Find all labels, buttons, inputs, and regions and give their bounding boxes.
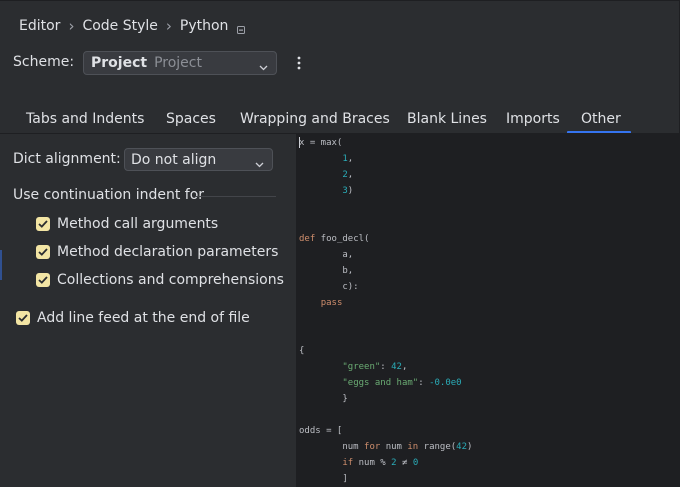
tab-spaces[interactable]: Spaces	[166, 111, 216, 127]
code-line: 1,	[299, 151, 353, 167]
code-token: :	[418, 378, 430, 388]
dict-alignment-label: Dict alignment:	[13, 151, 121, 167]
tab-blank-lines[interactable]: Blank Lines	[407, 111, 487, 127]
code-token: ,	[347, 154, 354, 164]
breadcrumb-item-code-style[interactable]: Code Style	[82, 18, 157, 34]
scheme-sublabel: Project	[154, 55, 202, 71]
scheme-dropdown[interactable]: Project Project	[83, 51, 277, 75]
settings-scope-icon	[237, 22, 246, 34]
code-line: }	[299, 391, 348, 407]
code-token: num	[299, 442, 365, 452]
checkbox[interactable]	[36, 273, 50, 287]
code-token: range(	[418, 442, 457, 452]
code-token: pass	[320, 298, 343, 308]
breadcrumb-item-editor[interactable]: Editor	[19, 18, 60, 34]
dict-alignment-value: Do not align	[131, 151, 217, 168]
code-token: if	[342, 458, 354, 468]
code-token: ,	[347, 170, 354, 180]
code-token: x = max(	[299, 138, 343, 148]
code-token: in	[407, 442, 419, 452]
continuation-indent-group-title: Use continuation indent for	[13, 187, 205, 203]
code-token: 42	[391, 362, 402, 372]
code-token: 0	[412, 458, 419, 468]
breadcrumb-item-python[interactable]: Python	[180, 18, 229, 34]
line-feed-at-end-option[interactable]: Add line feed at the end of file	[16, 310, 250, 326]
breadcrumb-separator: ›	[68, 17, 75, 35]
code-token: )	[467, 442, 473, 452]
method-declaration-parameters-option[interactable]: Method declaration parameters	[36, 244, 278, 260]
code-line: a,	[299, 247, 353, 263]
code-line: odds = [	[299, 423, 342, 439]
code-line: b,	[299, 263, 353, 279]
code-token: c):	[299, 282, 359, 292]
code-token: def	[299, 234, 316, 244]
code-line: num for num in range(42)	[299, 439, 472, 455]
code-token: }	[299, 394, 348, 404]
code-token: num	[380, 442, 408, 452]
code-token: num %	[353, 458, 392, 468]
code-token: :	[380, 362, 392, 372]
checkbox-label: Collections and comprehensions	[57, 272, 284, 288]
code-token: ]	[299, 474, 348, 484]
code-line: c):	[299, 279, 359, 295]
code-line: {	[299, 343, 304, 359]
code-token: -0.0e0	[429, 378, 462, 388]
breadcrumb: Editor › Code Style › Python	[19, 16, 246, 36]
checkbox[interactable]	[36, 245, 50, 259]
code-token: odds = [	[299, 426, 343, 436]
tab-bar: Tabs and Indents Spaces Wrapping and Bra…	[0, 104, 680, 134]
checkbox[interactable]	[36, 217, 50, 231]
code-token: "green"	[342, 362, 381, 372]
code-line: ]	[299, 471, 348, 487]
more-actions-icon[interactable]	[297, 56, 301, 70]
chevron-down-icon	[259, 59, 268, 71]
scheme-label: Scheme:	[13, 54, 75, 70]
tab-other[interactable]: Other	[581, 111, 621, 127]
method-call-arguments-option[interactable]: Method call arguments	[36, 216, 218, 232]
scheme-name: Project	[91, 55, 148, 71]
code-token: 42	[456, 442, 468, 452]
code-token: "eggs and ham"	[342, 378, 419, 388]
code-line: if num % 2 ≠ 0	[299, 455, 418, 471]
code-token: )	[347, 186, 354, 196]
group-separator	[196, 196, 276, 197]
chevron-down-icon	[255, 156, 264, 168]
code-token: {	[299, 346, 305, 356]
checkbox-label: Add line feed at the end of file	[37, 310, 250, 326]
code-preview-editor[interactable]: x = max( 1, 2, 3) def foo_decl( a, b, c):…	[296, 134, 680, 487]
code-token: ≠	[396, 458, 413, 468]
code-line: "eggs and ham": -0.0e0	[299, 375, 462, 391]
code-token: b,	[299, 266, 354, 276]
tab-wrapping-and-braces[interactable]: Wrapping and Braces	[240, 111, 390, 127]
tab-tabs-and-indents[interactable]: Tabs and Indents	[26, 111, 144, 127]
tab-imports[interactable]: Imports	[506, 111, 560, 127]
code-line: 2,	[299, 167, 353, 183]
code-token: foo_decl(	[315, 234, 370, 244]
code-token: a,	[299, 250, 354, 260]
checkbox-label: Method declaration parameters	[57, 244, 279, 260]
checkbox[interactable]	[16, 311, 30, 325]
panel-edge-marker	[0, 250, 2, 280]
code-token: ,	[401, 362, 408, 372]
dict-alignment-dropdown[interactable]: Do not align	[124, 148, 273, 171]
code-line: pass	[299, 295, 343, 311]
checkbox-label: Method call arguments	[57, 216, 219, 232]
window-top-border	[0, 0, 680, 1]
code-token: for	[364, 442, 381, 452]
code-line: x = max(	[299, 135, 342, 151]
code-line: "green": 42,	[299, 359, 407, 375]
code-line: 3)	[299, 183, 353, 199]
code-line: def foo_decl(	[299, 231, 369, 247]
breadcrumb-separator: ›	[165, 17, 172, 35]
collections-and-comprehensions-option[interactable]: Collections and comprehensions	[36, 272, 284, 288]
